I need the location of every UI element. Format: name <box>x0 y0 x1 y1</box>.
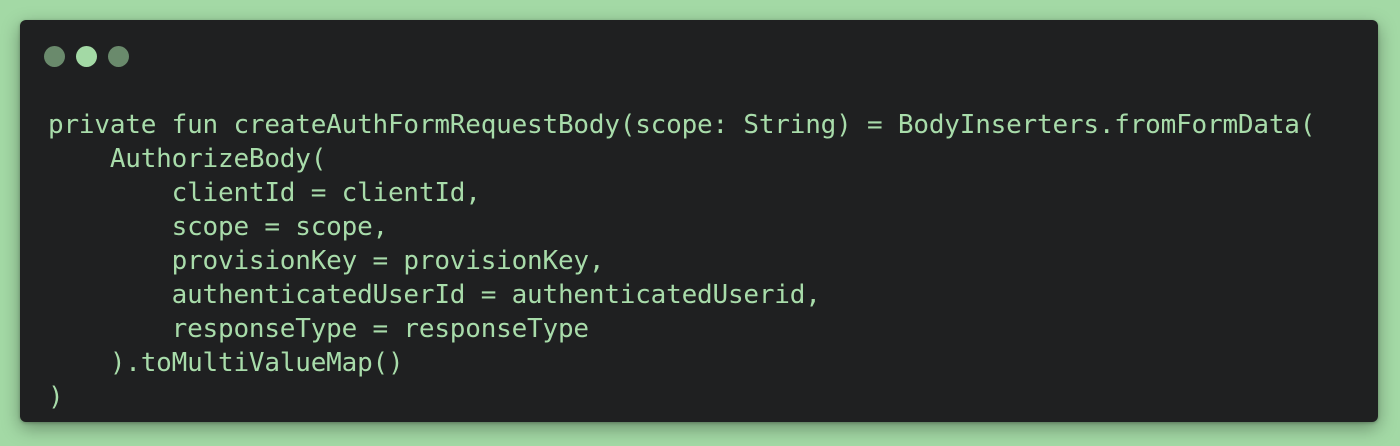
code-line: provisionKey = provisionKey, <box>48 246 605 276</box>
close-dot-icon[interactable] <box>44 46 65 67</box>
code-line: ) <box>48 382 64 412</box>
window-controls <box>44 46 129 68</box>
code-block: private fun createAuthFormRequestBody(sc… <box>48 108 1315 414</box>
code-line: authenticatedUserId = authenticatedUseri… <box>48 280 821 310</box>
code-line: ).toMultiValueMap() <box>48 348 404 378</box>
minimize-dot-icon[interactable] <box>76 46 97 67</box>
code-line: AuthorizeBody( <box>48 144 327 174</box>
code-line: private fun createAuthFormRequestBody(sc… <box>48 110 1316 140</box>
code-window: private fun createAuthFormRequestBody(sc… <box>20 20 1378 422</box>
maximize-dot-icon[interactable] <box>108 46 129 67</box>
code-line: responseType = responseType <box>48 314 589 344</box>
code-line: scope = scope, <box>48 212 389 242</box>
code-line: clientId = clientId, <box>48 178 481 208</box>
